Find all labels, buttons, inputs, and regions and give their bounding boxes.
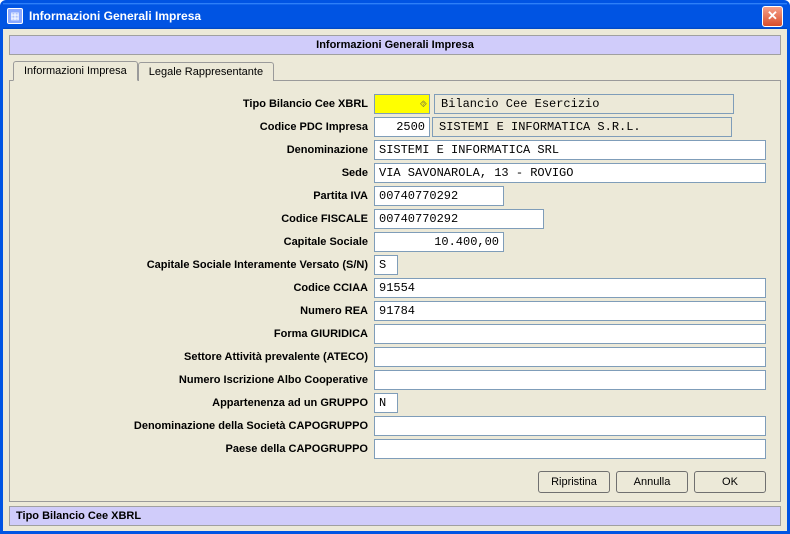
status-bar: Tipo Bilancio Cee XBRL bbox=[9, 506, 781, 526]
codice-cciaa-input[interactable] bbox=[374, 278, 766, 298]
label-numero-rea: Numero REA bbox=[24, 305, 374, 317]
row-codice-pdc: Codice PDC Impresa SISTEMI E INFORMATICA… bbox=[24, 116, 766, 138]
titlebar: ▦ Informazioni Generali Impresa ✕ bbox=[3, 3, 787, 29]
settore-ateco-input[interactable] bbox=[374, 347, 766, 367]
row-settore-ateco: Settore Attività prevalente (ATECO) bbox=[24, 346, 766, 368]
row-codice-fiscale: Codice FISCALE bbox=[24, 208, 766, 230]
row-codice-cciaa: Codice CCIAA bbox=[24, 277, 766, 299]
row-capitale-sociale: Capitale Sociale bbox=[24, 231, 766, 253]
row-partita-iva: Partita IVA bbox=[24, 185, 766, 207]
capitale-sociale-input[interactable] bbox=[374, 232, 504, 252]
lookup-icon: ⯑ bbox=[420, 99, 427, 110]
label-capitale-sociale: Capitale Sociale bbox=[24, 236, 374, 248]
window-title: Informazioni Generali Impresa bbox=[29, 9, 762, 23]
iscrizione-albo-input[interactable] bbox=[374, 370, 766, 390]
row-appartenenza-gruppo: Appartenenza ad un GRUPPO bbox=[24, 392, 766, 414]
tab-bar: Informazioni Impresa Legale Rappresentan… bbox=[9, 61, 781, 81]
ripristina-button[interactable]: Ripristina bbox=[538, 471, 610, 493]
numero-rea-input[interactable] bbox=[374, 301, 766, 321]
tipo-bilancio-desc: Bilancio Cee Esercizio bbox=[434, 94, 734, 114]
tipo-bilancio-lookup[interactable]: ⯑ bbox=[374, 94, 430, 114]
button-row: Ripristina Annulla OK bbox=[24, 461, 766, 493]
label-codice-cciaa: Codice CCIAA bbox=[24, 282, 374, 294]
app-icon: ▦ bbox=[7, 8, 23, 24]
ok-button[interactable]: OK bbox=[694, 471, 766, 493]
annulla-button[interactable]: Annulla bbox=[616, 471, 688, 493]
capitale-versato-input[interactable] bbox=[374, 255, 398, 275]
tab-label: Informazioni Impresa bbox=[24, 65, 127, 77]
label-paese-capogruppo: Paese della CAPOGRUPPO bbox=[24, 443, 374, 455]
row-capitale-versato: Capitale Sociale Interamente Versato (S/… bbox=[24, 254, 766, 276]
sede-input[interactable] bbox=[374, 163, 766, 183]
row-denominazione: Denominazione bbox=[24, 139, 766, 161]
label-iscrizione-albo: Numero Iscrizione Albo Cooperative bbox=[24, 374, 374, 386]
tab-panel: Tipo Bilancio Cee XBRL ⯑ Bilancio Cee Es… bbox=[9, 80, 781, 502]
row-paese-capogruppo: Paese della CAPOGRUPPO bbox=[24, 438, 766, 460]
content-area: Informazioni Generali Impresa Informazio… bbox=[3, 29, 787, 532]
label-forma-giuridica: Forma GIURIDICA bbox=[24, 328, 374, 340]
codice-pdc-desc: SISTEMI E INFORMATICA S.R.L. bbox=[432, 117, 732, 137]
label-denominazione: Denominazione bbox=[24, 144, 374, 156]
form-area: Tipo Bilancio Cee XBRL ⯑ Bilancio Cee Es… bbox=[24, 93, 766, 461]
app-window: ▦ Informazioni Generali Impresa ✕ Inform… bbox=[0, 0, 790, 534]
label-codice-fiscale: Codice FISCALE bbox=[24, 213, 374, 225]
label-tipo-bilancio: Tipo Bilancio Cee XBRL bbox=[24, 98, 374, 110]
label-appartenenza-gruppo: Appartenenza ad un GRUPPO bbox=[24, 397, 374, 409]
row-forma-giuridica: Forma GIURIDICA bbox=[24, 323, 766, 345]
label-partita-iva: Partita IVA bbox=[24, 190, 374, 202]
row-tipo-bilancio: Tipo Bilancio Cee XBRL ⯑ Bilancio Cee Es… bbox=[24, 93, 766, 115]
label-codice-pdc: Codice PDC Impresa bbox=[24, 121, 374, 133]
tab-label: Legale Rappresentante bbox=[149, 66, 263, 78]
denominazione-input[interactable] bbox=[374, 140, 766, 160]
denominazione-capogruppo-input[interactable] bbox=[374, 416, 766, 436]
codice-fiscale-input[interactable] bbox=[374, 209, 544, 229]
tab-legale-rappresentante[interactable]: Legale Rappresentante bbox=[138, 62, 274, 81]
row-sede: Sede bbox=[24, 162, 766, 184]
label-denominazione-capogruppo: Denominazione della Società CAPOGRUPPO bbox=[24, 420, 374, 432]
tab-informazioni-impresa[interactable]: Informazioni Impresa bbox=[13, 61, 138, 81]
page-header: Informazioni Generali Impresa bbox=[9, 35, 781, 55]
label-sede: Sede bbox=[24, 167, 374, 179]
label-settore-ateco: Settore Attività prevalente (ATECO) bbox=[24, 351, 374, 363]
codice-pdc-input[interactable] bbox=[374, 117, 430, 137]
forma-giuridica-input[interactable] bbox=[374, 324, 766, 344]
row-numero-rea: Numero REA bbox=[24, 300, 766, 322]
partita-iva-input[interactable] bbox=[374, 186, 504, 206]
row-iscrizione-albo: Numero Iscrizione Albo Cooperative bbox=[24, 369, 766, 391]
close-button[interactable]: ✕ bbox=[762, 6, 783, 27]
paese-capogruppo-input[interactable] bbox=[374, 439, 766, 459]
appartenenza-gruppo-input[interactable] bbox=[374, 393, 398, 413]
label-capitale-versato: Capitale Sociale Interamente Versato (S/… bbox=[24, 259, 374, 271]
row-denominazione-capogruppo: Denominazione della Società CAPOGRUPPO bbox=[24, 415, 766, 437]
